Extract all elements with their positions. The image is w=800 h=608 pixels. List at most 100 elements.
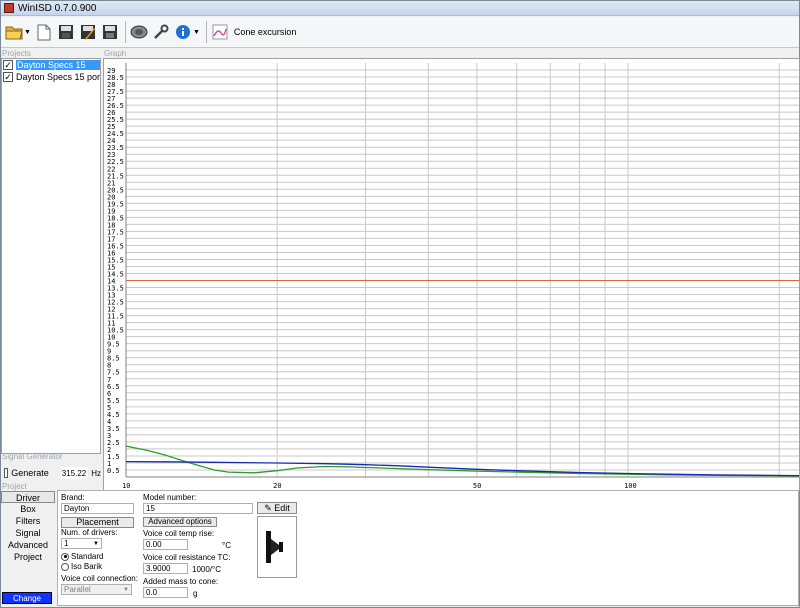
y-tick-label: 15 [107, 263, 115, 271]
y-tick-label: 24 [107, 137, 115, 145]
graph-panel: Graph 0.5 1 1.5 2 2.5 3 3.5 4 4.5 5 5.5 6 6.5 7 7.5 8 8.… [103, 49, 800, 491]
y-tick-label: 22.5 [107, 158, 124, 166]
info-icon[interactable] [173, 21, 193, 43]
y-tick-label: 3 [107, 432, 111, 440]
driver-panel: Brand: Dayton Placement Num. of drivers:… [57, 490, 799, 606]
model-input[interactable]: 15 [143, 503, 253, 514]
y-tick-label: 11.5 [107, 313, 124, 321]
y-tick-label: 25.5 [107, 116, 124, 124]
y-tick-label: 12.5 [107, 299, 124, 307]
save-as-icon[interactable] [78, 21, 98, 43]
wrench-icon[interactable] [151, 21, 171, 43]
y-tick-label: 11 [107, 320, 115, 328]
nav-driver[interactable]: Driver [1, 491, 55, 503]
generate-label: Generate [11, 468, 49, 478]
open-dropdown-icon[interactable]: ▼ [24, 29, 31, 36]
y-tick-label: 19.5 [107, 200, 124, 208]
speaker-driver-icon[interactable] [129, 21, 149, 43]
projects-group-label: Projects [2, 49, 31, 58]
cone-excursion-chart[interactable]: 0.511.522.533.544.555.566.577.588.599.51… [103, 58, 800, 491]
y-tick-label: 12 [107, 306, 115, 314]
pencil-icon: ✎ [264, 503, 272, 513]
y-tick-label: 18.5 [107, 214, 124, 222]
vc-connection-select[interactable]: Parallel ▼ [61, 584, 132, 595]
chevron-down-icon: ▼ [93, 541, 99, 547]
info-dropdown-icon[interactable]: ▼ [193, 29, 200, 36]
project-item[interactable]: ✓ Dayton Specs 15 [2, 59, 100, 71]
project-nav: Driver Box Filters Signal Advanced Proje… [1, 491, 55, 605]
project-group-label: Project [2, 482, 27, 491]
y-tick-label: 23.5 [107, 144, 124, 152]
vc-connection-value: Parallel [64, 585, 91, 594]
y-tick-label: 27 [107, 95, 115, 103]
nav-box[interactable]: Box [1, 503, 55, 515]
project-checkbox[interactable]: ✓ [3, 60, 13, 70]
vc-resistance-unit: 1000/°C [192, 565, 221, 574]
frequency-input[interactable]: 315.22 [60, 467, 89, 479]
added-mass-label: Added mass to cone: [143, 577, 219, 586]
app-window: WinISD 0.7.0.900 ▼ ▼ Cone excursion Proj… [0, 0, 800, 608]
project-item[interactable]: ✓ Dayton Specs 15 ported [2, 71, 100, 83]
new-document-icon[interactable] [34, 21, 54, 43]
y-tick-label: 27.5 [107, 88, 124, 96]
edit-label: Edit [274, 503, 290, 513]
change-button[interactable]: Change [2, 592, 52, 604]
project-name[interactable]: Dayton Specs 15 ported [16, 72, 100, 82]
radio-icon[interactable] [61, 562, 69, 571]
toolbar: ▼ ▼ Cone excursion [1, 17, 799, 48]
speaker-driver-icon [266, 531, 283, 563]
y-tick-label: 10.5 [107, 327, 124, 335]
frequency-unit: Hz [91, 468, 101, 478]
added-mass-input[interactable]: 0.0 [143, 587, 188, 598]
y-tick-label: 19 [107, 207, 115, 215]
standard-label: Standard [71, 552, 104, 561]
y-tick-label: 16.5 [107, 242, 124, 250]
num-drivers-value: 1 [64, 539, 69, 548]
edit-button[interactable]: ✎ Edit [257, 502, 297, 514]
y-tick-label: 13.5 [107, 285, 124, 293]
nav-advanced[interactable]: Advanced [1, 539, 55, 551]
generate-checkbox[interactable] [4, 468, 9, 478]
projects-panel: Projects ✓ Dayton Specs 15 ✓ Dayton Spec… [1, 49, 101, 479]
nav-signal[interactable]: Signal [1, 527, 55, 539]
y-tick-label: 23 [107, 151, 115, 159]
toolbar-separator [205, 21, 207, 43]
projects-list[interactable]: ✓ Dayton Specs 15 ✓ Dayton Specs 15 port… [1, 58, 101, 454]
y-tick-label: 4.5 [107, 411, 120, 419]
y-tick-label: 25 [107, 123, 115, 131]
project-checkbox[interactable]: ✓ [3, 72, 13, 82]
advanced-options-button[interactable]: Advanced options [143, 517, 217, 527]
num-drivers-select[interactable]: 1 ▼ [61, 538, 102, 549]
signal-generator-panel: Signal Generator Generate 315.22 Hz [1, 452, 101, 482]
y-tick-label: 4 [107, 418, 111, 426]
y-tick-label: 3.5 [107, 425, 120, 433]
y-tick-label: 17.5 [107, 228, 124, 236]
radio-icon[interactable] [61, 552, 69, 561]
y-tick-label: 5 [107, 404, 111, 412]
save-icon[interactable] [56, 21, 76, 43]
project-name[interactable]: Dayton Specs 15 [16, 60, 100, 70]
vc-resistance-label: Voice coil resistance TC: [143, 553, 231, 562]
save-all-icon[interactable] [100, 21, 120, 43]
y-tick-label: 5.5 [107, 397, 120, 405]
standard-radio[interactable]: Standard [61, 552, 103, 561]
placement-button[interactable]: Placement [61, 517, 134, 528]
y-tick-label: 22 [107, 165, 115, 173]
y-tick-label: 7.5 [107, 369, 120, 377]
y-tick-label: 29 [107, 67, 115, 75]
project-panel: Project Driver Box Filters Signal Advanc… [1, 482, 799, 608]
isobarik-radio[interactable]: Iso Barik [61, 562, 102, 571]
nav-project[interactable]: Project [1, 551, 55, 563]
cone-excursion-button[interactable]: Cone excursion [234, 27, 297, 37]
cone-excursion-icon[interactable] [210, 21, 230, 43]
vc-resistance-input[interactable]: 3.9000 [143, 563, 188, 574]
brand-input[interactable]: Dayton [61, 503, 134, 514]
vc-temp-input[interactable]: 0.00 [143, 539, 188, 550]
y-tick-label: 21.5 [107, 172, 124, 180]
open-folder-icon[interactable] [4, 21, 24, 43]
vc-temp-unit: °C [222, 541, 231, 550]
y-tick-label: 24.5 [107, 130, 124, 138]
y-tick-label: 1.5 [107, 453, 120, 461]
nav-filters[interactable]: Filters [1, 515, 55, 527]
title-bar: WinISD 0.7.0.900 [1, 1, 799, 16]
